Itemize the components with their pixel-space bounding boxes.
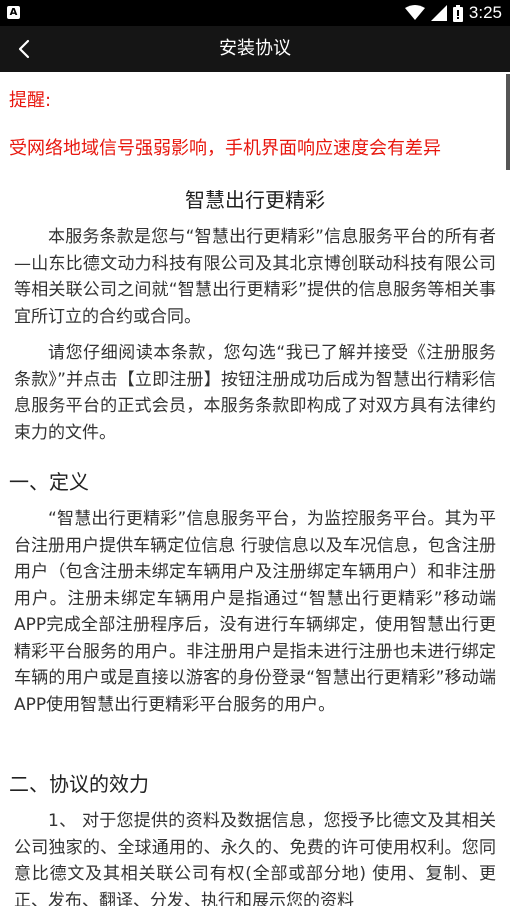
section-heading-effect: 二、协议的效力 xyxy=(9,772,149,796)
notice-label: 提醒: xyxy=(9,90,52,111)
title-bar: 安装协议 xyxy=(0,26,510,72)
section-heading-definition: 一、定义 xyxy=(9,470,89,494)
cell-signal-icon xyxy=(430,5,447,21)
status-time: 3:25 xyxy=(468,3,502,22)
status-icons: 3:25 xyxy=(404,0,502,26)
status-bar: A 3:25 xyxy=(0,0,510,26)
agreement-content[interactable]: 提醒: 受网络地域信号强弱影响，手机界面响应速度会有差异 智慧出行更精彩 本服务… xyxy=(0,72,510,906)
intro-paragraph-1: 本服务条款是您与“智慧出行更精彩”信息服务平台的所有者—山东比德文动力科技有限公… xyxy=(14,227,496,327)
notice-text: 受网络地域信号强弱影响，手机界面响应速度会有差异 xyxy=(9,138,441,159)
battery-icon xyxy=(452,4,463,22)
section-paragraph-effect: 1、 对于您提供的资料及数据信息，您授予比德文及其相关公司独家的、全球通用的、永… xyxy=(14,811,496,906)
scrollbar-thumb[interactable] xyxy=(506,74,510,170)
section-paragraph-definition: “智慧出行更精彩”信息服务平台，为监控服务平台。其为平台注册用户提供车辆定位信息… xyxy=(14,509,496,715)
wifi-icon xyxy=(404,5,425,21)
app-notification-icon: A xyxy=(7,6,20,19)
intro-paragraph-2: 请您仔细阅读本条款，您勾选“我已了解并接受《注册服务条款》”并点击【立即注册】按… xyxy=(14,343,496,443)
page-title: 安装协议 xyxy=(219,38,291,59)
document-title: 智慧出行更精彩 xyxy=(185,188,325,212)
